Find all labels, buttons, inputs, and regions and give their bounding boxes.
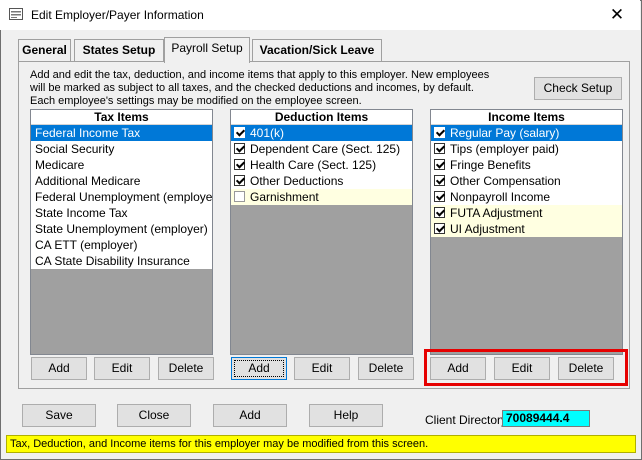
tab-states-setup[interactable]: States Setup <box>74 39 164 61</box>
tab-states-setup-label: States Setup <box>82 43 156 57</box>
client-directory-label: Client Directory <box>425 413 508 427</box>
list-item[interactable]: Federal Income Tax <box>31 125 212 141</box>
list-item[interactable]: State Income Tax <box>31 205 212 221</box>
list-item-label: Dependent Care (Sect. 125) <box>250 142 401 156</box>
list-item-label: Fringe Benefits <box>450 158 531 172</box>
list-item-label: Nonpayroll Income <box>450 190 551 204</box>
close-icon[interactable]: ✕ <box>604 4 630 26</box>
tax-edit-button[interactable]: Edit <box>94 357 150 380</box>
list-item-label: Other Deductions <box>250 174 344 188</box>
list-item[interactable]: Dependent Care (Sect. 125) <box>231 141 412 157</box>
list-item[interactable]: Tips (employer paid) <box>431 141 622 157</box>
checkbox[interactable] <box>434 175 445 186</box>
list-item[interactable]: UI Adjustment <box>431 221 622 237</box>
list-item[interactable]: State Unemployment (employer) <box>31 221 212 237</box>
help-button[interactable]: Help <box>309 404 383 427</box>
list-item[interactable]: 401(k) <box>231 125 412 141</box>
list-item[interactable]: Social Security <box>31 141 212 157</box>
instructions-line-2: will be marked as subject to all taxes, … <box>30 82 474 94</box>
tab-general-label: General <box>22 43 67 57</box>
tax-items-list[interactable]: Tax Items Federal Income Tax Social Secu… <box>30 109 213 355</box>
list-item[interactable]: Other Deductions <box>231 173 412 189</box>
save-button[interactable]: Save <box>22 404 96 427</box>
list-item[interactable]: Health Care (Sect. 125) <box>231 157 412 173</box>
instructions-line-1: Add and edit the tax, deduction, and inc… <box>30 69 490 81</box>
list-item-label: UI Adjustment <box>450 222 525 236</box>
list-item-label: 401(k) <box>250 126 285 140</box>
checkbox[interactable] <box>234 159 245 170</box>
tab-vacation-sick-leave[interactable]: Vacation/Sick Leave <box>252 39 382 61</box>
list-item[interactable]: Regular Pay (salary) <box>431 125 622 141</box>
tab-payroll-setup[interactable]: Payroll Setup <box>164 37 250 63</box>
list-item-label: Garnishment <box>250 190 319 204</box>
instructions-text: Add and edit the tax, deduction, and inc… <box>30 69 510 108</box>
tax-items-header: Tax Items <box>31 110 212 125</box>
list-item-label: Other Compensation <box>450 174 561 188</box>
list-item[interactable]: Federal Unemployment (employer) <box>31 189 212 205</box>
title-bar: Edit Employer/Payer Information ✕ <box>0 0 640 30</box>
list-item[interactable]: CA State Disability Insurance <box>31 253 212 269</box>
list-item-label: Tips (employer paid) <box>450 142 559 156</box>
list-item[interactable]: Nonpayroll Income <box>431 189 622 205</box>
deduction-items-list[interactable]: Deduction Items 401(k) Dependent Care (S… <box>230 109 413 355</box>
deduction-add-button[interactable]: Add <box>231 357 287 380</box>
app-icon <box>9 8 23 20</box>
list-item[interactable]: FUTA Adjustment <box>431 205 622 221</box>
tab-payroll-setup-label: Payroll Setup <box>171 41 243 55</box>
client-directory-value: 70089444.4 <box>502 410 590 427</box>
window-title: Edit Employer/Payer Information <box>31 8 204 22</box>
tax-add-button[interactable]: Add <box>31 357 87 380</box>
income-items-header: Income Items <box>431 110 622 125</box>
checkbox[interactable] <box>434 127 445 138</box>
income-items-list[interactable]: Income Items Regular Pay (salary) Tips (… <box>430 109 623 355</box>
list-item-label: Health Care (Sect. 125) <box>250 158 377 172</box>
instructions-line-3: Each employee's settings may be modified… <box>30 95 362 107</box>
list-item[interactable]: Fringe Benefits <box>431 157 622 173</box>
close-button[interactable]: Close <box>117 404 191 427</box>
deduction-edit-button[interactable]: Edit <box>294 357 350 380</box>
list-item[interactable]: Additional Medicare <box>31 173 212 189</box>
tab-vacation-sick-leave-label: Vacation/Sick Leave <box>259 43 375 57</box>
list-item-label: FUTA Adjustment <box>450 206 543 220</box>
list-item[interactable]: Garnishment <box>231 189 412 205</box>
list-item[interactable]: CA ETT (employer) <box>31 237 212 253</box>
checkbox[interactable] <box>234 191 245 202</box>
checkbox[interactable] <box>234 175 245 186</box>
deduction-items-header: Deduction Items <box>231 110 412 125</box>
list-item-label: Regular Pay (salary) <box>450 126 560 140</box>
list-item[interactable]: Other Compensation <box>431 173 622 189</box>
checkbox[interactable] <box>434 223 445 234</box>
tax-delete-button[interactable]: Delete <box>158 357 214 380</box>
add-button[interactable]: Add <box>213 404 287 427</box>
checkbox[interactable] <box>434 191 445 202</box>
checkbox[interactable] <box>234 143 245 154</box>
tab-general[interactable]: General <box>18 39 71 61</box>
check-setup-button[interactable]: Check Setup <box>534 77 622 100</box>
checkbox[interactable] <box>234 127 245 138</box>
list-item[interactable]: Medicare <box>31 157 212 173</box>
annotation-highlight-box <box>424 349 628 386</box>
checkbox[interactable] <box>434 207 445 218</box>
deduction-delete-button[interactable]: Delete <box>358 357 414 380</box>
checkbox[interactable] <box>434 143 445 154</box>
status-bar: Tax, Deduction, and Income items for thi… <box>6 435 636 453</box>
checkbox[interactable] <box>434 159 445 170</box>
